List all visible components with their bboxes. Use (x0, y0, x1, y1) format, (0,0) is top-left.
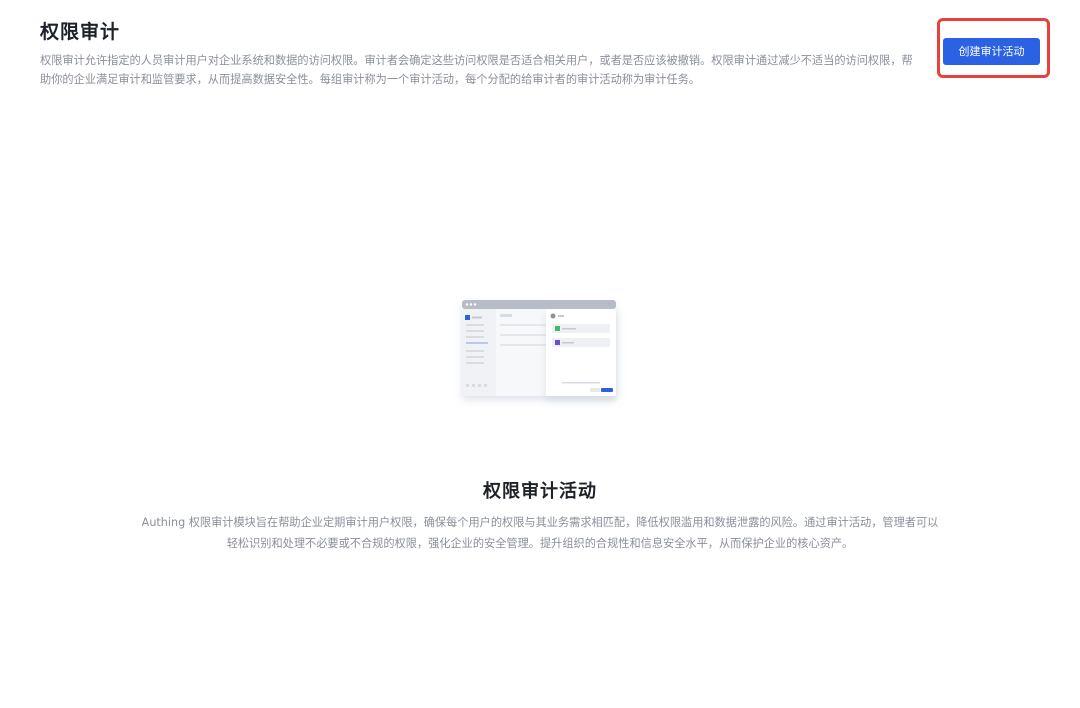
empty-state-illustration (462, 300, 616, 396)
page-title: 权限审计 (40, 21, 121, 43)
empty-state-title: 权限审计活动 (483, 481, 597, 502)
page-description: 权限审计允许指定的人员审计用户对企业系统和数据的访问权限。审计者会确定这些访问权… (40, 54, 913, 86)
empty-state-description: Authing 权限审计模块旨在帮助企业定期审计用户权限，确保每个用户的权限与其… (141, 516, 939, 550)
create-audit-activity-button[interactable]: 创建审计活动 (943, 38, 1040, 65)
